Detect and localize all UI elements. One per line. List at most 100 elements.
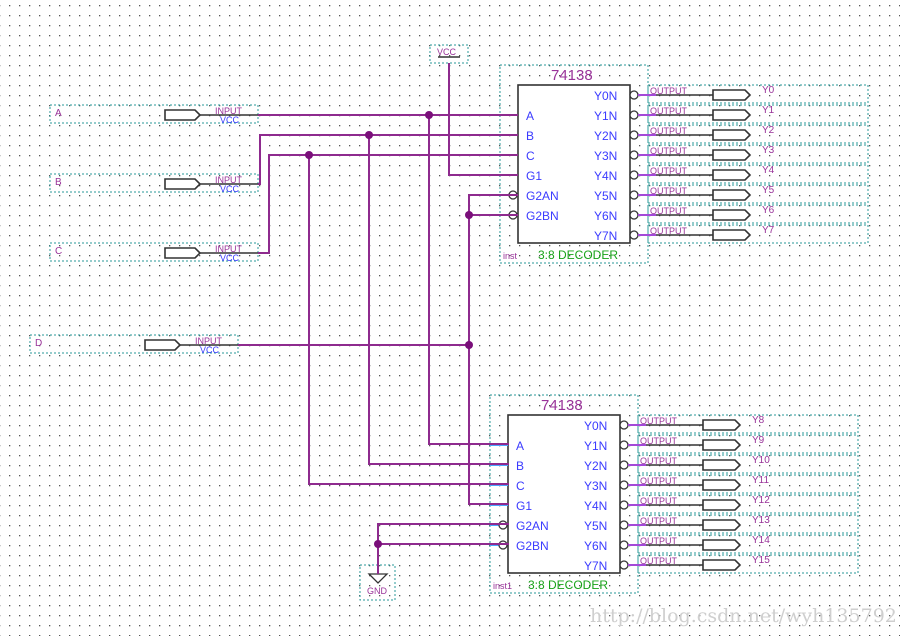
input-pin-label: B — [516, 459, 524, 473]
output-name: Y0 — [762, 85, 775, 96]
output-pin-label: Y4N — [594, 169, 617, 183]
input-port-icon — [164, 178, 202, 190]
output-name: Y12 — [752, 495, 770, 506]
input-name: B — [55, 177, 62, 188]
inversion-bubble-icon — [619, 480, 629, 490]
input-port-icon — [164, 247, 202, 259]
output-port-icon — [712, 129, 752, 141]
inversion-bubble-icon — [619, 440, 629, 450]
schematic-canvas[interactable]: VCC GND A INPUT VCC B INPUT VCC C INPUT VCC D INPU… — [0, 0, 900, 636]
input-name: A — [55, 108, 62, 119]
output-pin-label: Y1N — [584, 439, 607, 453]
output-pin-label: Y2N — [594, 129, 617, 143]
output-type: OUTPUT — [640, 556, 678, 566]
output-port-icon — [712, 169, 752, 181]
output-type: OUTPUT — [640, 436, 678, 446]
chip-description: 3:8 DECODER — [538, 248, 618, 262]
output-type: OUTPUT — [650, 186, 688, 196]
input-pin-label: G2BN — [526, 209, 559, 223]
input-pin-label: G2BN — [516, 539, 549, 553]
input-pin-label: B — [526, 129, 534, 143]
output-name: Y9 — [752, 435, 765, 446]
input-pin-label: A — [526, 109, 534, 123]
inversion-bubble-icon — [629, 170, 639, 180]
output-port-icon — [702, 419, 742, 431]
schematic[interactable]: VCC GND A INPUTVCCB INPUTVCCC INPUTVCCD INPU… — [0, 0, 900, 636]
output-type: OUTPUT — [650, 206, 688, 216]
output-port-icon — [702, 499, 742, 511]
input-pin-label: A — [516, 439, 524, 453]
output-pin-label: Y2N — [584, 459, 607, 473]
vcc-label: VCC — [437, 47, 457, 57]
output-pin-label: Y7N — [594, 229, 617, 243]
input-pin-label: C — [516, 479, 525, 493]
output-port-icon — [702, 479, 742, 491]
output-type: OUTPUT — [650, 166, 688, 176]
input-name: D — [35, 338, 42, 349]
output-name: Y7 — [762, 225, 775, 236]
inversion-bubble-icon — [619, 500, 629, 510]
output-name: Y8 — [752, 415, 765, 426]
instance-name: inst1 — [493, 581, 512, 591]
output-pin-label: Y3N — [594, 149, 617, 163]
input-pin-label: G2AN — [516, 519, 549, 533]
output-pin-label: Y3N — [584, 479, 607, 493]
output-port-icon — [712, 229, 752, 241]
inversion-bubble-icon — [629, 190, 639, 200]
input-port-icon — [144, 339, 182, 351]
chip-description: 3:8 DECODER — [528, 578, 608, 592]
output-name: Y4 — [762, 165, 775, 176]
output-type: OUTPUT — [640, 476, 678, 486]
output-type: OUTPUT — [650, 86, 688, 96]
part-number: 74138 — [541, 397, 583, 414]
junction-dot — [305, 151, 313, 159]
inversion-bubble-icon — [629, 210, 639, 220]
output-type: OUTPUT — [640, 516, 678, 526]
inversion-bubble-icon — [619, 520, 629, 530]
output-name: Y2 — [762, 125, 775, 136]
output-type: OUTPUT — [640, 536, 678, 546]
output-port-icon — [702, 559, 742, 571]
input-default: VCC — [220, 115, 240, 125]
output-port-icon — [702, 539, 742, 551]
output-pin-label: Y0N — [584, 419, 607, 433]
inversion-bubble-icon — [629, 150, 639, 160]
inversion-bubble-icon — [619, 540, 629, 550]
inversion-bubble-icon — [629, 90, 639, 100]
inversion-bubble-icon — [619, 560, 629, 570]
output-port-icon — [712, 209, 752, 221]
output-pin-label: Y5N — [594, 189, 617, 203]
output-name: Y6 — [762, 205, 775, 216]
junction-dot — [465, 341, 473, 349]
output-pin-label: Y6N — [594, 209, 617, 223]
input-default: VCC — [220, 253, 240, 263]
output-port-icon — [712, 189, 752, 201]
output-pin-label: Y6N — [584, 539, 607, 553]
input-default: VCC — [200, 345, 220, 355]
output-type: OUTPUT — [640, 496, 678, 506]
output-name: Y11 — [752, 475, 769, 486]
output-port-icon — [712, 89, 752, 101]
output-type: OUTPUT — [650, 126, 688, 136]
output-type: OUTPUT — [650, 146, 688, 156]
output-type: OUTPUT — [640, 416, 678, 426]
input-pin-label: G1 — [526, 169, 542, 183]
input-pin-label: G1 — [516, 499, 532, 513]
input-name: C — [55, 246, 62, 257]
output-type: OUTPUT — [650, 226, 688, 236]
input-pin-label: C — [526, 149, 535, 163]
output-port-icon — [702, 519, 742, 531]
gnd-label: GND — [367, 586, 388, 596]
output-pin-label: Y1N — [594, 109, 617, 123]
output-port-icon — [712, 149, 752, 161]
output-type: OUTPUT — [650, 106, 688, 116]
input-pin-label: G2AN — [526, 189, 559, 203]
output-name: Y15 — [752, 555, 770, 566]
output-pin-label: Y7N — [584, 559, 607, 573]
inversion-bubble-icon — [619, 460, 629, 470]
input-port-icon — [164, 109, 202, 121]
inversion-bubble-icon — [629, 230, 639, 240]
instance-name: inst — [503, 251, 518, 261]
input-default: VCC — [220, 184, 240, 194]
junction-dot — [465, 211, 473, 219]
